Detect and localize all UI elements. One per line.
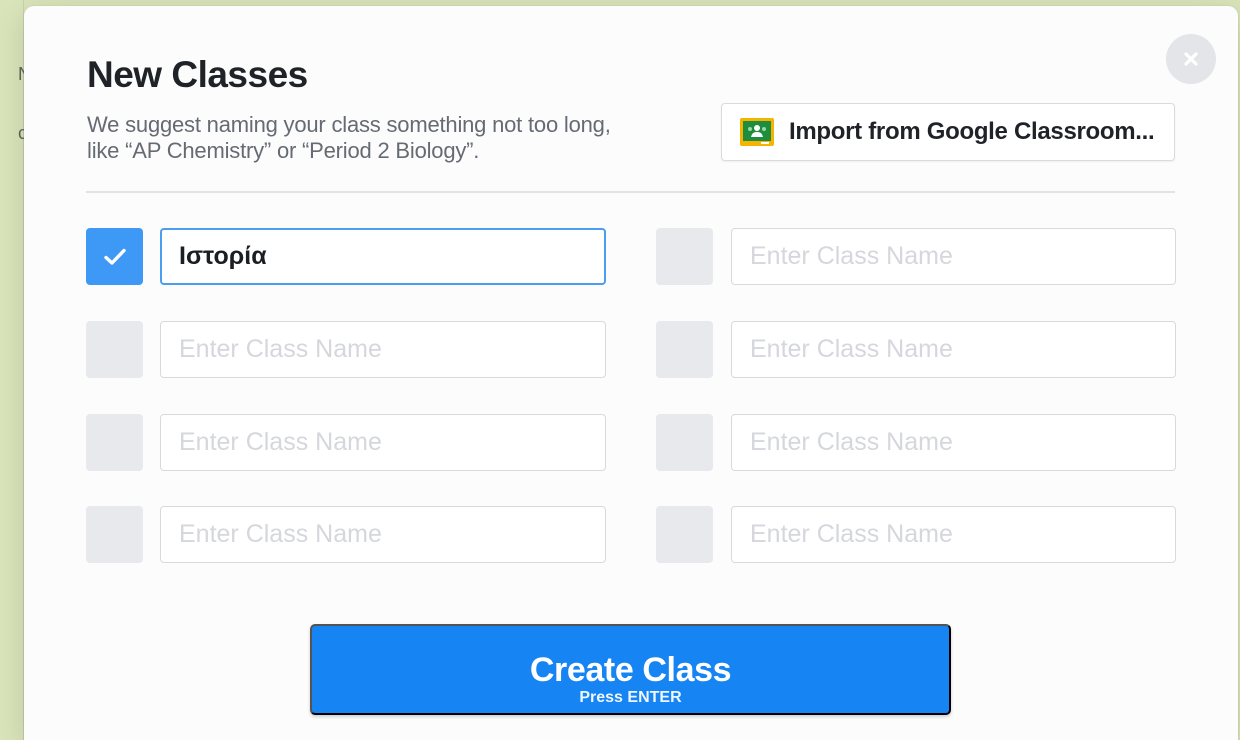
keyboard-hint: Press ENTER bbox=[579, 689, 682, 706]
naming-suggestion: We suggest naming your class something n… bbox=[87, 112, 611, 163]
class-name-input[interactable] bbox=[731, 506, 1176, 563]
header-divider bbox=[86, 191, 1175, 193]
class-row bbox=[86, 321, 606, 378]
class-checkbox[interactable] bbox=[86, 506, 143, 563]
google-classroom-icon bbox=[740, 118, 774, 146]
import-google-classroom-button[interactable]: Import from Google Classroom... bbox=[721, 103, 1175, 161]
close-icon bbox=[1184, 52, 1198, 66]
class-row bbox=[656, 321, 1176, 378]
class-row bbox=[86, 506, 606, 563]
class-checkbox[interactable] bbox=[656, 506, 713, 563]
class-creation-screen: N c New Classes We suggest naming your c… bbox=[0, 0, 1240, 740]
class-name-input[interactable] bbox=[160, 414, 606, 471]
class-name-input[interactable] bbox=[731, 228, 1176, 285]
class-name-input[interactable] bbox=[731, 414, 1176, 471]
import-button-label: Import from Google Classroom... bbox=[789, 118, 1155, 145]
check-icon bbox=[103, 248, 126, 265]
new-classes-modal: New Classes We suggest naming your class… bbox=[24, 6, 1238, 740]
modal-title: New Classes bbox=[87, 54, 308, 95]
class-checkbox[interactable] bbox=[86, 321, 143, 378]
class-row bbox=[656, 506, 1176, 563]
create-class-button[interactable]: Create Class Press ENTER bbox=[310, 624, 951, 715]
background-page-strip: N c bbox=[0, 0, 31, 740]
class-checkbox[interactable] bbox=[656, 228, 713, 285]
class-name-input[interactable] bbox=[160, 228, 606, 285]
class-row bbox=[86, 414, 606, 471]
create-class-label: Create Class bbox=[529, 651, 732, 689]
class-name-input[interactable] bbox=[160, 321, 606, 378]
close-button[interactable] bbox=[1166, 34, 1216, 84]
class-name-input[interactable] bbox=[160, 506, 606, 563]
class-name-input[interactable] bbox=[731, 321, 1176, 378]
class-row bbox=[656, 414, 1176, 471]
class-checkbox-checked[interactable] bbox=[86, 228, 143, 285]
class-row bbox=[656, 228, 1176, 285]
class-checkbox[interactable] bbox=[656, 321, 713, 378]
class-checkbox[interactable] bbox=[656, 414, 713, 471]
class-checkbox[interactable] bbox=[86, 414, 143, 471]
class-row bbox=[86, 228, 606, 285]
